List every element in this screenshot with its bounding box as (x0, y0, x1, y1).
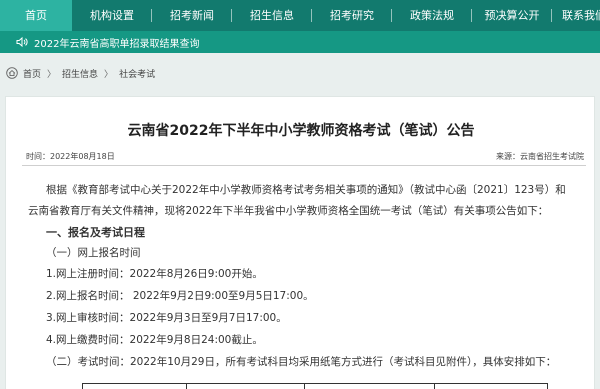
nav-item-label: 政策法规 (410, 9, 454, 22)
schedule-item: 3.网上审核时间：2022年9月3日至9月7日17:00。 (46, 312, 287, 324)
paragraph-intro-1: 根据《教育部考试中心关于2022年中小学教师资格考试考务相关事项的通知》（教试中… (46, 184, 566, 196)
article-date: 时间：2022年08月18日 (26, 152, 115, 161)
schedule-table (82, 383, 548, 389)
nav-item-label: 预决算公开 (484, 9, 540, 22)
subsection-heading: （一）网上报名时间 (46, 247, 141, 259)
divider (22, 165, 586, 166)
nav-item-organization[interactable]: 机构设置 (72, 0, 152, 31)
article-source: 来源：云南省招生考试院 (496, 152, 584, 161)
nav-item-exam-research[interactable]: 招考研究 (312, 0, 392, 31)
home-icon (6, 67, 18, 79)
nav-item-budget[interactable]: 预决算公开 (472, 0, 552, 31)
breadcrumb: 首页 〉 招生信息 〉 社会考试 (0, 59, 600, 87)
notice-bar: 2022年云南省高职单招录取结果查询 (0, 31, 600, 53)
nav-item-label: 机构设置 (90, 9, 134, 22)
table-cell (305, 384, 435, 389)
nav-item-label: 招考新闻 (170, 9, 214, 22)
breadcrumb-admission-info[interactable]: 招生信息 (62, 67, 98, 80)
schedule-item: 1.网上注册时间：2022年8月26日9:00开始。 (46, 268, 263, 280)
nav-item-admission-info[interactable]: 招生信息 (232, 0, 312, 31)
top-nav: 首页 机构设置 招考新闻 招生信息 招考研究 政策法规 预决算公开 联系我们 (0, 0, 600, 31)
table-cell (187, 384, 305, 389)
section-heading: 一、报名及考试日程 (46, 226, 145, 239)
speaker-icon (16, 36, 28, 48)
notice-link[interactable]: 2022年云南省高职单招录取结果查询 (34, 35, 199, 50)
nav-item-label: 招生信息 (250, 9, 294, 22)
nav-item-home[interactable]: 首页 (0, 0, 72, 31)
nav-item-label: 联系我们 (562, 9, 600, 22)
schedule-item: 4.网上缴费时间：2022年9月8日24:00截止。 (46, 334, 263, 346)
nav-item-label: 招考研究 (330, 9, 374, 22)
table-cell (435, 384, 547, 389)
paragraph-intro-2: 云南省教育厅有关文件精神，现将2022年下半年我省中小学教师资格全国统一考试（笔… (28, 205, 549, 217)
breadcrumb-separator: 〉 (104, 69, 114, 80)
breadcrumb-home[interactable]: 首页 (23, 67, 41, 80)
exam-time-paragraph: （二）考试时间：2022年10月29日，所有考试科目均采用纸笔方式进行（考试科目… (46, 356, 557, 368)
breadcrumb-separator: 〉 (47, 69, 57, 80)
nav-item-label: 首页 (25, 9, 47, 22)
nav-item-exam-news[interactable]: 招考新闻 (152, 0, 232, 31)
breadcrumb-social-exams[interactable]: 社会考试 (119, 67, 155, 80)
table-cell (83, 384, 187, 389)
article-card: 云南省2022年下半年中小学教师资格考试（笔试）公告 时间：2022年08月18… (5, 96, 595, 389)
nav-item-policy[interactable]: 政策法规 (392, 0, 472, 31)
article-title: 云南省2022年下半年中小学教师资格考试（笔试）公告 (127, 123, 475, 139)
nav-item-contact[interactable]: 联系我们 (552, 0, 600, 31)
schedule-item: 2.网上报名时间： 2022年9月2日9:00至9月5日17:00。 (46, 290, 314, 302)
